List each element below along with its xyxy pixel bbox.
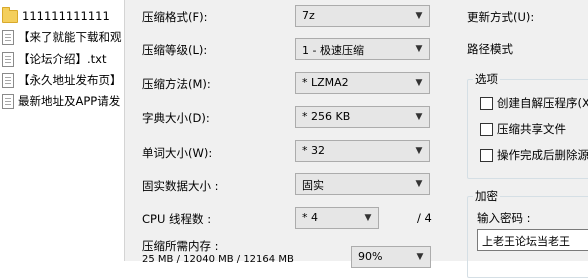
file-icon (2, 72, 14, 88)
solid-select[interactable]: 固实 ▼ (295, 173, 430, 195)
encryption-title: 加密 (473, 188, 500, 204)
level-label: 压缩等级(L): (142, 43, 208, 57)
update-mode-label: 更新方式(U): (467, 10, 535, 24)
sfx-label: 创建自解压程序(X (497, 96, 588, 110)
chevron-down-icon: ▼ (364, 213, 372, 223)
dict-select[interactable]: * 256 KB ▼ (295, 106, 430, 128)
checkbox-box[interactable] (480, 122, 493, 136)
format-label: 压缩格式(F): (142, 10, 208, 24)
memory-detail: 25 MB / 12040 MB / 12164 MB (142, 254, 294, 265)
shared-label: 压缩共享文件 (497, 122, 566, 136)
word-label: 单词大小(W): (142, 146, 213, 160)
level-value: 1 - 极速压缩 (302, 44, 364, 57)
file-icon (2, 51, 14, 67)
method-label: 压缩方法(M): (142, 77, 211, 91)
threads-label: CPU 线程数 : (142, 212, 212, 226)
solid-value: 固实 (302, 179, 324, 192)
format-select[interactable]: 7z ▼ (295, 5, 430, 27)
password-label: 输入密码 : (477, 211, 531, 225)
chevron-down-icon: ▼ (415, 11, 423, 21)
compress-dialog: 压缩格式(F): 压缩等级(L): 压缩方法(M): 字典大小(D): 单词大小… (124, 0, 588, 278)
solid-label: 固实数据大小 : (142, 179, 219, 193)
delete-label: 操作完成后删除源 (497, 148, 588, 162)
file-name: 【永久地址发布页】 (18, 73, 122, 87)
memory-percent-select[interactable]: 90% ▼ (351, 246, 431, 268)
file-list-item[interactable]: 【来了就能下载和观 (0, 27, 124, 47)
delete-checkbox[interactable]: 操作完成后删除源 (480, 147, 588, 163)
file-icon (2, 29, 14, 45)
method-value: * LZMA2 (302, 76, 349, 89)
memory-percent-value: 90% (358, 250, 383, 263)
file-name: 【论坛介绍】.txt (18, 52, 107, 66)
file-name: 111111111111 (22, 9, 110, 23)
word-value: * 32 (302, 144, 325, 157)
file-name: 【来了就能下载和观 (18, 30, 122, 44)
file-list-item[interactable]: 【论坛介绍】.txt (0, 49, 124, 69)
threads-total: / 4 (417, 211, 432, 225)
options-title: 选项 (473, 71, 500, 87)
format-value: 7z (302, 9, 315, 22)
file-list-item[interactable]: 【永久地址发布页】 (0, 70, 124, 90)
method-select[interactable]: * LZMA2 ▼ (295, 72, 430, 94)
shared-checkbox[interactable]: 压缩共享文件 (480, 121, 566, 137)
checkbox-box[interactable] (480, 148, 493, 162)
word-select[interactable]: * 32 ▼ (295, 140, 430, 162)
chevron-down-icon: ▼ (415, 146, 423, 156)
file-icon (2, 93, 14, 109)
file-name: 最新地址及APP请发 (18, 94, 121, 108)
level-select[interactable]: 1 - 极速压缩 ▼ (295, 38, 430, 60)
file-list: 111111111111 【来了就能下载和观 【论坛介绍】.txt 【永久地址发… (0, 0, 124, 261)
password-input[interactable]: 上老王论坛当老王 (477, 229, 588, 251)
memory-label: 压缩所需内存 : (142, 239, 219, 253)
path-mode-label: 路径模式 (467, 42, 513, 56)
chevron-down-icon: ▼ (416, 252, 424, 262)
checkbox-box[interactable] (480, 96, 493, 110)
dict-value: * 256 KB (302, 110, 351, 123)
dict-label: 字典大小(D): (142, 111, 210, 125)
threads-value: * 4 (302, 211, 318, 224)
chevron-down-icon: ▼ (415, 112, 423, 122)
threads-select[interactable]: * 4 ▼ (295, 207, 379, 229)
chevron-down-icon: ▼ (415, 78, 423, 88)
file-list-item[interactable]: 最新地址及APP请发 (0, 91, 124, 111)
chevron-down-icon: ▼ (415, 179, 423, 189)
file-list-item[interactable]: 111111111111 (0, 6, 124, 26)
folder-icon (2, 6, 18, 23)
chevron-down-icon: ▼ (415, 44, 423, 54)
sfx-checkbox[interactable]: 创建自解压程序(X (480, 95, 588, 111)
